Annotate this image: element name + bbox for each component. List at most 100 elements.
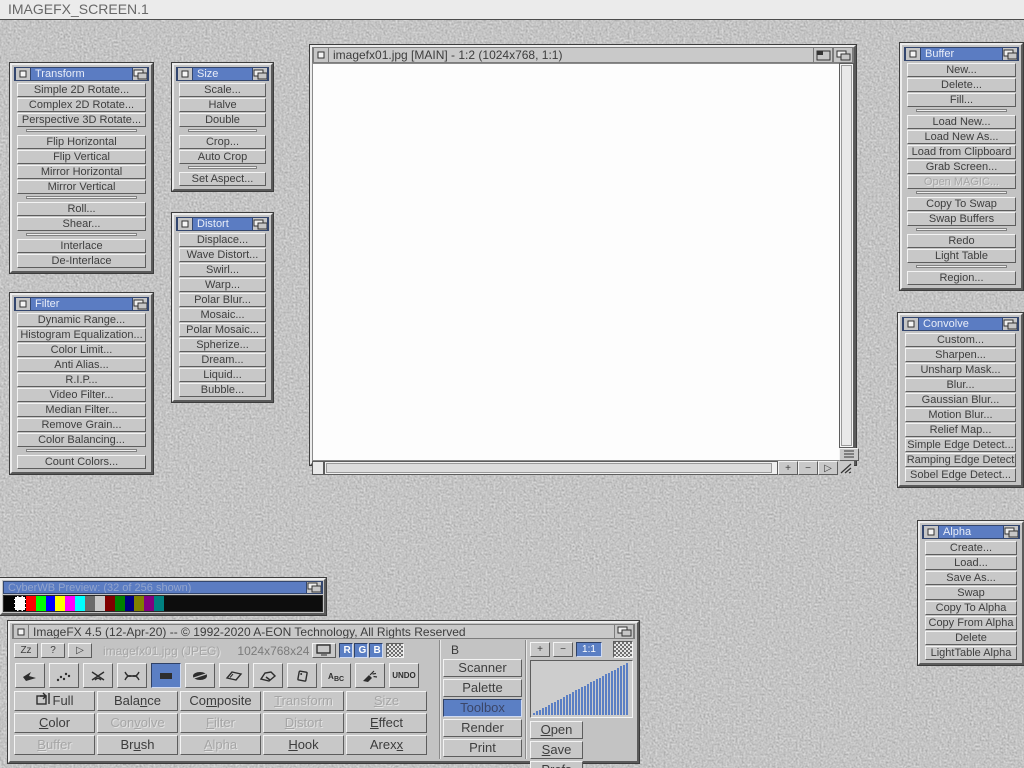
- color-swatch-7[interactable]: [75, 596, 85, 611]
- image-window-titlebar[interactable]: imagefx01.jpg [MAIN] - 1:2 (1024x768, 1:…: [312, 47, 854, 63]
- color-swatch-16[interactable]: [164, 596, 174, 611]
- filter-dynamic-range-button[interactable]: Dynamic Range...: [17, 313, 146, 327]
- alpha-button[interactable]: Alpha: [180, 735, 261, 755]
- transform-flip-horizontal-button[interactable]: Flip Horizontal: [17, 135, 146, 149]
- resize-handle-icon[interactable]: [838, 461, 854, 475]
- transform-simple-2d-rotate-button[interactable]: Simple 2D Rotate...: [17, 83, 146, 97]
- color-swatch-29[interactable]: [292, 596, 302, 611]
- close-icon[interactable]: [905, 48, 921, 60]
- distort-spherize-button[interactable]: Spherize...: [179, 338, 266, 352]
- buffer-light-table-button[interactable]: Light Table: [907, 249, 1016, 263]
- buffer-fill-button[interactable]: Fill...: [907, 93, 1016, 107]
- depth-icon[interactable]: [614, 625, 634, 638]
- image-canvas[interactable]: [312, 63, 839, 461]
- color-swatch-8[interactable]: [85, 596, 95, 611]
- arexx-button[interactable]: Arexx: [346, 735, 427, 755]
- print-panel-button[interactable]: Print: [443, 739, 522, 757]
- filter-button[interactable]: Filter: [180, 713, 261, 733]
- buffer-open-magic-button[interactable]: Open MAGIC...: [907, 175, 1016, 189]
- color-swatch-15[interactable]: [154, 596, 164, 611]
- transform-mirror-horizontal-button[interactable]: Mirror Horizontal: [17, 165, 146, 179]
- r-channel-button[interactable]: R: [339, 643, 353, 658]
- size-double-button[interactable]: Double: [179, 113, 266, 127]
- filter-video-filter-button[interactable]: Video Filter...: [17, 388, 146, 402]
- color-swatch-22[interactable]: [223, 596, 233, 611]
- transform-flip-vertical-button[interactable]: Flip Vertical: [17, 150, 146, 164]
- render-panel-button[interactable]: Render: [443, 719, 522, 737]
- oval-tool-icon[interactable]: [185, 663, 215, 688]
- convolve-custom-button[interactable]: Custom...: [905, 333, 1016, 347]
- help-button[interactable]: ?: [41, 643, 65, 658]
- monitor-icon[interactable]: [312, 643, 336, 658]
- hscroll-track[interactable]: [324, 461, 778, 475]
- save-button[interactable]: Save: [530, 741, 583, 759]
- close-icon[interactable]: [177, 68, 193, 80]
- zoom-out-button[interactable]: −: [798, 461, 818, 475]
- alpha-delete-button[interactable]: Delete: [925, 631, 1017, 645]
- balance-button[interactable]: Balance: [97, 691, 178, 711]
- convolve-relief-map-button[interactable]: Relief Map...: [905, 423, 1016, 437]
- color-swatch-1[interactable]: [14, 596, 26, 611]
- pan-button[interactable]: ▷: [818, 461, 838, 475]
- buffer-delete-button[interactable]: Delete...: [907, 78, 1016, 92]
- full-button[interactable]: Full: [14, 691, 95, 711]
- depth-icon[interactable]: [1002, 318, 1018, 330]
- text-tool-icon[interactable]: ABC: [321, 663, 351, 688]
- buffer-swap-buffers-button[interactable]: Swap Buffers: [907, 212, 1016, 226]
- convolve-gaussian-blur-button[interactable]: Gaussian Blur...: [905, 393, 1016, 407]
- color-swatch-10[interactable]: [105, 596, 115, 611]
- palette-panel-button[interactable]: Palette: [443, 679, 522, 697]
- distort-polar-blur-button[interactable]: Polar Blur...: [179, 293, 266, 307]
- close-icon[interactable]: [177, 218, 193, 230]
- color-swatch-27[interactable]: [273, 596, 283, 611]
- color-swatch-26[interactable]: [263, 596, 273, 611]
- convolve-sharpen-button[interactable]: Sharpen...: [905, 348, 1016, 362]
- color-swatch-12[interactable]: [125, 596, 135, 611]
- distort-mosaic-button[interactable]: Mosaic...: [179, 308, 266, 322]
- distort-bubble-button[interactable]: Bubble...: [179, 383, 266, 397]
- alpha-swap-button[interactable]: Swap: [925, 586, 1017, 600]
- size-crop-button[interactable]: Crop...: [179, 135, 266, 149]
- filter-r-i-p-button[interactable]: R.I.P...: [17, 373, 146, 387]
- color-swatch-23[interactable]: [233, 596, 243, 611]
- transform-roll-button[interactable]: Roll...: [17, 202, 146, 216]
- buffer-redo-button[interactable]: Redo: [907, 234, 1016, 248]
- effect-button[interactable]: Effect: [346, 713, 427, 733]
- filter-median-filter-button[interactable]: Median Filter...: [17, 403, 146, 417]
- distort-swirl-button[interactable]: Swirl...: [179, 263, 266, 277]
- size-auto-crop-button[interactable]: Auto Crop: [179, 150, 266, 164]
- scissors-tool-icon[interactable]: [83, 663, 113, 688]
- color-button[interactable]: Color: [14, 713, 95, 733]
- depth-icon[interactable]: [306, 582, 322, 593]
- size-halve-button[interactable]: Halve: [179, 98, 266, 112]
- screen-titlebar[interactable]: IMAGEFX_SCREEN.1: [0, 0, 1024, 20]
- sleep-button[interactable]: Zz: [14, 643, 38, 658]
- airbrush-tool-icon[interactable]: [355, 663, 385, 688]
- color-swatch-28[interactable]: [283, 596, 293, 611]
- color-swatch-3[interactable]: [36, 596, 46, 611]
- distort-dream-button[interactable]: Dream...: [179, 353, 266, 367]
- color-swatch-31[interactable]: [312, 596, 322, 611]
- size-set-aspect-button[interactable]: Set Aspect...: [179, 172, 266, 186]
- size-button[interactable]: Size: [346, 691, 427, 711]
- convolve-unsharp-mask-button[interactable]: Unsharp Mask...: [905, 363, 1016, 377]
- curve-tool-icon[interactable]: [117, 663, 147, 688]
- buffer-load-from-clipboard-button[interactable]: Load from Clipboard: [907, 145, 1016, 159]
- filter-color-limit-button[interactable]: Color Limit...: [17, 343, 146, 357]
- tag-tool-icon[interactable]: [287, 663, 317, 688]
- color-swatch-18[interactable]: [184, 596, 194, 611]
- dots-spray-tool-icon[interactable]: [49, 663, 79, 688]
- close-icon[interactable]: [903, 318, 919, 330]
- transform-button[interactable]: Transform: [263, 691, 344, 711]
- distort-warp-button[interactable]: Warp...: [179, 278, 266, 292]
- distort-titlebar[interactable]: Distort: [176, 217, 269, 231]
- color-swatch-24[interactable]: [243, 596, 253, 611]
- depth-icon[interactable]: [1002, 48, 1018, 60]
- transform-shear-button[interactable]: Shear...: [17, 217, 146, 231]
- size-scale-button[interactable]: Scale...: [179, 83, 266, 97]
- convolve-sobel-edge-detect-button[interactable]: Sobel Edge Detect...: [905, 468, 1016, 482]
- hscroll-thumb[interactable]: [326, 463, 772, 473]
- undo-button[interactable]: UNDO: [389, 663, 419, 688]
- lines-icon[interactable]: [839, 448, 859, 461]
- color-swatch-30[interactable]: [302, 596, 312, 611]
